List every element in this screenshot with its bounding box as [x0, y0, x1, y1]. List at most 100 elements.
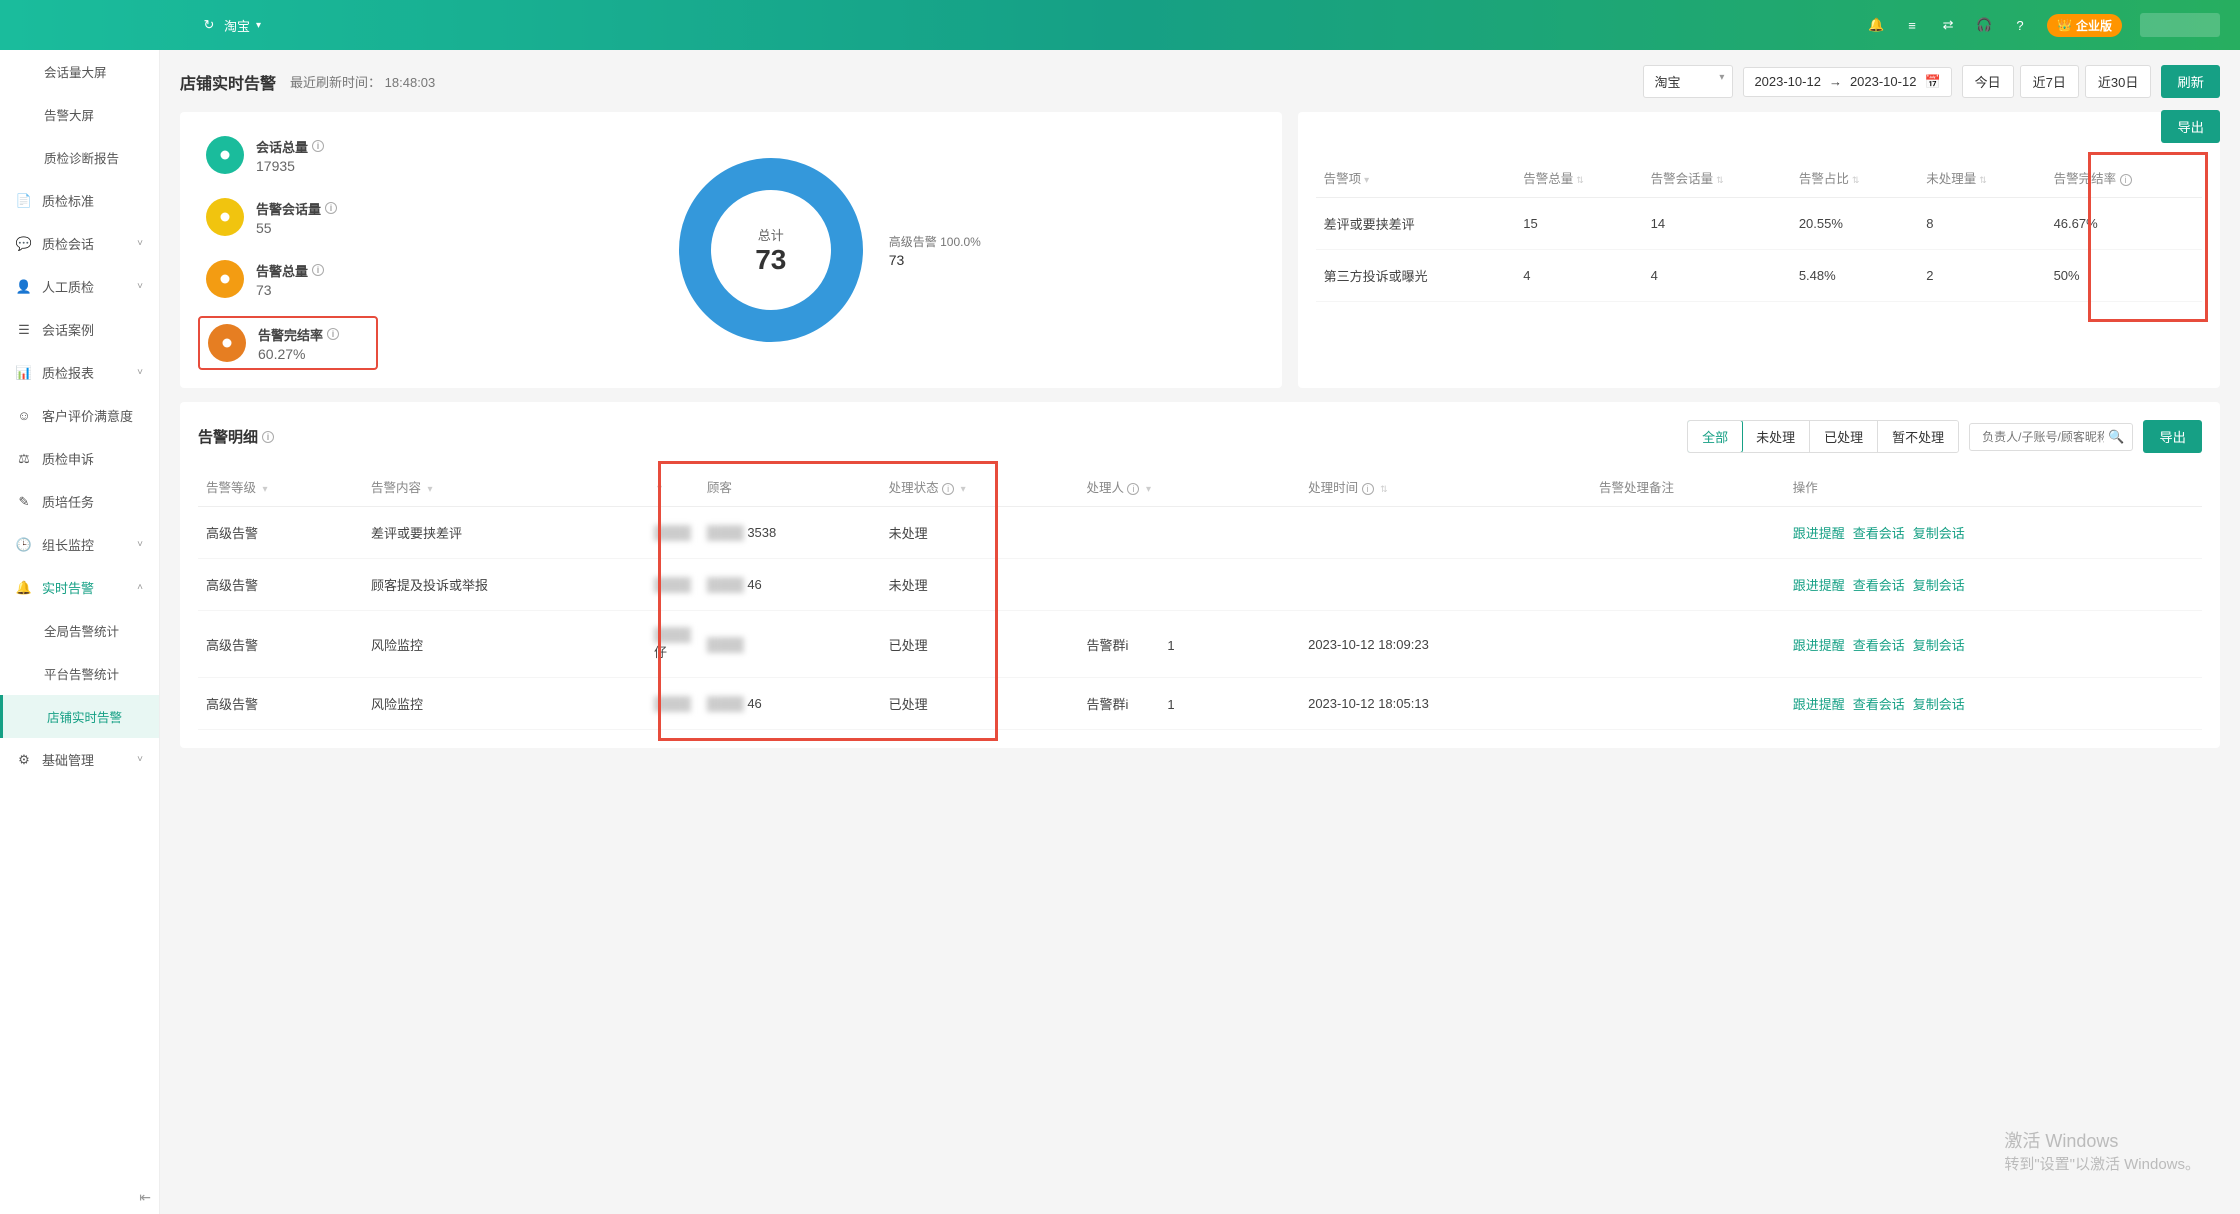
summary-header[interactable]: 告警占比⇅ [1791, 158, 1918, 198]
sidebar-item[interactable]: 🔔实时告警˄ [0, 566, 159, 609]
crown-icon: 👑 [2057, 18, 2072, 32]
action-link[interactable]: 跟进提醒 [1793, 638, 1845, 653]
list-icon[interactable]: ≡ [1903, 16, 1921, 34]
sidebar-item[interactable]: ☰会话案例 [0, 308, 159, 351]
platform-select[interactable]: 淘宝 [1643, 65, 1733, 98]
sidebar-item[interactable]: 🕒组长监控˅ [0, 523, 159, 566]
doc-icon: 📄 [16, 193, 32, 209]
filter-icon[interactable]: ▾ [1146, 484, 1151, 495]
table-row: 高级告警风险监控████ ████ 46已处理告警群i 12023-10-12 … [198, 678, 2202, 730]
detail-header[interactable]: 处理人 i ▾ [1079, 467, 1301, 507]
detail-header[interactable]: 告警等级 ▾ [198, 467, 363, 507]
bell-icon[interactable]: 🔔 [1867, 16, 1885, 34]
sidebar-item[interactable]: 📄质检标准 [0, 179, 159, 222]
info-icon[interactable]: i [1127, 483, 1139, 495]
action-link[interactable]: 查看会话 [1853, 578, 1905, 593]
action-link[interactable]: 查看会话 [1853, 526, 1905, 541]
detail-header[interactable]: 处理状态 i ▾ [881, 467, 1079, 507]
sidebar-item[interactable]: ✎质培任务 [0, 480, 159, 523]
status-tabs: 全部未处理已处理暂不处理 [1687, 420, 1959, 453]
summary-header[interactable]: 告警项▾ [1316, 158, 1516, 198]
status-tab[interactable]: 全部 [1687, 420, 1743, 453]
enterprise-badge[interactable]: 👑 企业版 [2047, 14, 2122, 37]
action-link[interactable]: 跟进提醒 [1793, 578, 1845, 593]
info-icon[interactable]: i [312, 140, 324, 152]
status-tab[interactable]: 未处理 [1742, 421, 1810, 452]
detail-export-button[interactable]: 导出 [2143, 420, 2202, 453]
info-icon[interactable]: i [312, 264, 324, 276]
filter-icon[interactable]: ▾ [1364, 175, 1369, 186]
status-tab[interactable]: 暂不处理 [1878, 421, 1958, 452]
table-cell: 差评或要挟差评 [363, 507, 646, 559]
sidebar-item[interactable]: ⚙基础管理˅ [0, 738, 159, 781]
action-link[interactable]: 查看会话 [1853, 697, 1905, 712]
info-icon[interactable]: i [2120, 174, 2132, 186]
sidebar-item[interactable]: 店铺实时告警 [0, 695, 159, 738]
search-input[interactable] [1978, 424, 2108, 450]
detail-header[interactable]: 处理时间 i ⇅ [1300, 467, 1591, 507]
sidebar-item[interactable]: 平台告警统计 [0, 652, 159, 695]
filter-icon[interactable]: ▾ [961, 484, 966, 495]
quick-date-button[interactable]: 近7日 [2020, 65, 2079, 98]
sidebar-item[interactable]: 📊质检报表˅ [0, 351, 159, 394]
info-icon[interactable]: i [327, 328, 339, 340]
filter-icon[interactable]: ▾ [262, 484, 267, 495]
sidebar-item[interactable]: 全局告警统计 [0, 609, 159, 652]
sidebar-item[interactable]: 会话量大屏 [0, 50, 159, 93]
detail-header[interactable]: 告警处理备注 [1591, 467, 1785, 507]
info-icon[interactable]: i [942, 483, 954, 495]
headset-icon[interactable]: 🎧 [1975, 16, 1993, 34]
sidebar-item-label: 店铺实时告警 [47, 707, 122, 726]
sort-icon[interactable]: ⇅ [1852, 175, 1860, 185]
sidebar-item[interactable]: ☺客户评价满意度 [0, 394, 159, 437]
summary-header[interactable]: 未处理量⇅ [1918, 158, 2045, 198]
sidebar-item[interactable]: 质检诊断报告 [0, 136, 159, 179]
summary-header[interactable]: 告警会话量⇅ [1643, 158, 1791, 198]
action-link[interactable]: 跟进提醒 [1793, 526, 1845, 541]
sort-icon[interactable]: ⇅ [1380, 484, 1388, 494]
sidebar-item[interactable]: 💬质检会话˅ [0, 222, 159, 265]
date-range-picker[interactable]: 2023-10-12 → 2023-10-12 📅 [1743, 67, 1951, 97]
chevron-icon: ˅ [137, 367, 143, 378]
quick-date-button[interactable]: 近30日 [2085, 65, 2151, 98]
platform-selector[interactable]: ↻ 淘宝 ▾ [200, 16, 261, 35]
collapse-icon[interactable]: ⇤ [139, 1189, 151, 1206]
action-link[interactable]: 复制会话 [1913, 638, 1965, 653]
detail-header[interactable]: 顾客 [699, 467, 881, 507]
status-tab[interactable]: 已处理 [1810, 421, 1878, 452]
action-link[interactable]: 复制会话 [1913, 697, 1965, 712]
summary-header[interactable]: 告警总量⇅ [1515, 158, 1642, 198]
donut-center-label: 总计 [758, 225, 784, 244]
info-icon[interactable]: i [325, 202, 337, 214]
sidebar-item[interactable]: 👤人工质检˅ [0, 265, 159, 308]
sidebar-item[interactable]: ⚖质检申诉 [0, 437, 159, 480]
detail-header[interactable]: 告警内容 ▾ [363, 467, 646, 507]
metric-icon [206, 260, 244, 298]
table-cell: 高级告警 [198, 559, 363, 611]
info-icon[interactable]: i [1362, 483, 1374, 495]
chevron-icon: ˅ [137, 238, 143, 249]
action-link[interactable]: 复制会话 [1913, 526, 1965, 541]
sort-icon[interactable]: ⇅ [1979, 175, 1987, 185]
export-button[interactable]: 导出 [2161, 110, 2220, 143]
search-icon[interactable]: 🔍 [2108, 429, 2124, 445]
detail-header[interactable]: ▾ [646, 467, 699, 507]
detail-header[interactable]: 操作 [1785, 467, 2202, 507]
action-link[interactable]: 查看会话 [1853, 638, 1905, 653]
metric-icon [206, 198, 244, 236]
info-icon[interactable]: i [262, 431, 274, 443]
table-cell: 高级告警 [198, 507, 363, 559]
refresh-button[interactable]: 刷新 [2161, 65, 2220, 98]
sort-icon[interactable]: ⇅ [1716, 175, 1724, 185]
action-link[interactable]: 跟进提醒 [1793, 697, 1845, 712]
sort-icon[interactable]: ⇅ [1576, 175, 1584, 185]
action-link[interactable]: 复制会话 [1913, 578, 1965, 593]
filter-icon[interactable]: ▾ [427, 484, 432, 495]
sync-icon[interactable]: ⇄ [1939, 16, 1957, 34]
quick-date-button[interactable]: 今日 [1962, 65, 2014, 98]
summary-header[interactable]: 告警完结率 i [2046, 158, 2202, 198]
help-icon[interactable]: ? [2011, 16, 2029, 34]
sidebar-item[interactable]: 告警大屏 [0, 93, 159, 136]
filter-icon[interactable]: ▾ [657, 483, 662, 494]
avatar[interactable] [2140, 13, 2220, 37]
